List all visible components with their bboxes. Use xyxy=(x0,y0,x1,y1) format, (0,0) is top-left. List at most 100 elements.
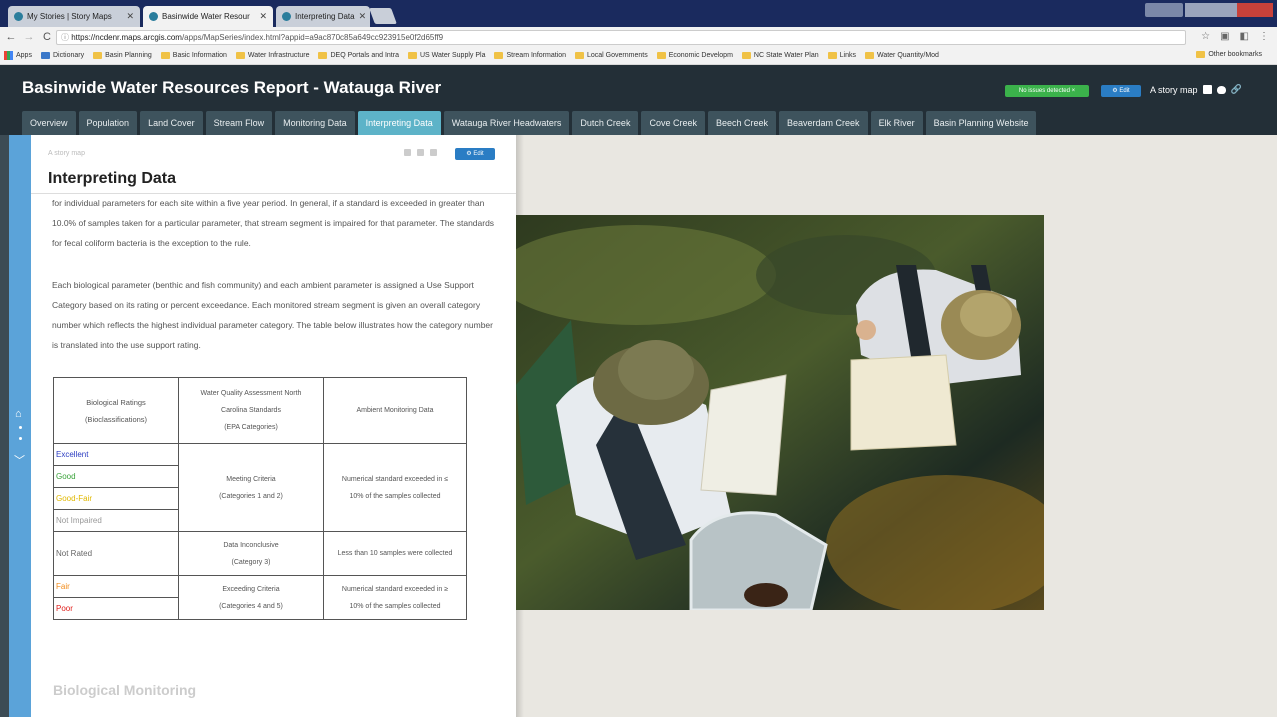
panel-edit-button[interactable]: ⚙ Edit xyxy=(455,148,495,160)
cell-line: (Category 3) xyxy=(231,558,271,566)
cell-line: Exceeding Criteria xyxy=(222,585,280,593)
url-host: https://ncdenr.maps.arcgis.com xyxy=(71,33,182,42)
maximize-button[interactable] xyxy=(1211,3,1237,17)
table-row: Fair Exceeding Criteria (Categories 4 an… xyxy=(53,575,467,620)
table-header-row: Biological Ratings (Bioclassifications) … xyxy=(53,377,467,444)
folder-icon xyxy=(864,52,874,59)
bookmarks-bar: Apps Dictionary Basin Planning Basic Inf… xyxy=(0,47,1277,65)
browser-tab-label: Interpreting Data xyxy=(295,12,355,21)
close-icon[interactable]: ✕ xyxy=(355,11,367,22)
globe-icon xyxy=(149,12,158,21)
folder-icon xyxy=(827,52,837,59)
url-input[interactable]: ⓘ https://ncdenr.maps.arcgis.com/apps/Ma… xyxy=(56,30,1186,45)
browser-tab-my-stories[interactable]: My Stories | Story Maps ✕ xyxy=(8,6,140,27)
rating-fair: Fair xyxy=(53,575,179,598)
rating-excellent: Excellent xyxy=(53,443,179,466)
bookmark-label: NC State Water Plan xyxy=(753,52,819,59)
table-row: Excellent Meeting Criteria (Categories 1… xyxy=(53,443,467,532)
reload-icon[interactable]: C xyxy=(40,31,54,43)
globe-icon xyxy=(282,12,291,21)
cell-meeting-criteria: Meeting Criteria (Categories 1 and 2) xyxy=(178,443,324,532)
close-window-button[interactable] xyxy=(1237,3,1273,17)
bookmark-label: Apps xyxy=(16,52,32,59)
rating-poor: Poor xyxy=(53,597,179,620)
cell-meeting-ambient: Numerical standard exceeded in ≤ 10% of … xyxy=(323,443,467,532)
facebook-icon[interactable] xyxy=(1202,85,1212,94)
bookmark-label: Stream Information xyxy=(506,52,566,59)
tab-beech-creek[interactable]: Beech Creek xyxy=(707,111,777,135)
folder-icon xyxy=(1196,51,1206,58)
browser-tab-interpreting-data[interactable]: Interpreting Data ✕ xyxy=(276,6,370,27)
tab-interpreting-data[interactable]: Interpreting Data xyxy=(357,111,441,135)
bookmark-item[interactable]: Local Governments xyxy=(575,52,648,59)
folder-icon xyxy=(407,52,417,59)
link-icon[interactable]: 🔗 xyxy=(1231,84,1242,95)
tab-overview[interactable]: Overview xyxy=(22,111,76,135)
section-heading: Biological Monitoring xyxy=(53,682,197,698)
tab-monitoring-data[interactable]: Monitoring Data xyxy=(275,111,355,135)
link-icon[interactable] xyxy=(430,149,437,156)
bookmark-item[interactable]: Basic Information xyxy=(160,52,227,59)
user-profile-button[interactable] xyxy=(1145,3,1183,17)
tab-dutch-creek[interactable]: Dutch Creek xyxy=(572,111,639,135)
header-biological-ratings: Biological Ratings (Bioclassifications) xyxy=(53,377,179,444)
bookmark-item[interactable]: Stream Information xyxy=(494,52,566,59)
chevron-down-icon[interactable]: ﹀ xyxy=(14,452,25,468)
rating-good-fair: Good-Fair xyxy=(53,487,179,510)
back-arrow-icon[interactable]: ← xyxy=(4,31,18,43)
folder-icon xyxy=(741,52,751,59)
tab-beaverdam-creek[interactable]: Beaverdam Creek xyxy=(779,111,868,135)
table-row: Not Rated Data Inconclusive (Category 3)… xyxy=(53,531,467,576)
tab-stream-flow[interactable]: Stream Flow xyxy=(205,111,273,135)
extension-icon[interactable]: ◧ xyxy=(1240,31,1249,42)
bookmark-icon xyxy=(40,52,50,59)
no-issues-badge[interactable]: No issues detected × xyxy=(1005,85,1089,97)
browser-tab-label: Basinwide Water Resour xyxy=(162,12,250,21)
url-path: /apps/MapSeries/index.html?appid=a9ac870… xyxy=(181,33,444,42)
bookmark-item[interactable]: Dictionary xyxy=(40,52,84,59)
bookmark-item[interactable]: US Water Supply Pla xyxy=(407,52,485,59)
new-tab-button[interactable] xyxy=(369,8,397,24)
close-icon[interactable]: ✕ xyxy=(255,11,267,22)
bookmark-other[interactable]: Other bookmarks xyxy=(1196,51,1262,58)
minimize-button[interactable] xyxy=(1185,3,1211,17)
bookmark-item[interactable]: Basin Planning xyxy=(93,52,152,59)
header-line: (EPA Categories) xyxy=(224,424,278,431)
close-icon[interactable]: ✕ xyxy=(122,11,134,22)
panel-title: Interpreting Data xyxy=(48,170,177,187)
browser-tab-label: My Stories | Story Maps xyxy=(27,12,112,21)
bookmark-item[interactable]: Water Infrastructure xyxy=(235,52,309,59)
star-icon[interactable]: ☆ xyxy=(1201,31,1210,42)
forward-arrow-icon[interactable]: → xyxy=(22,31,36,43)
edit-button[interactable]: ⚙ Edit xyxy=(1101,85,1141,97)
twitter-icon[interactable] xyxy=(1216,85,1226,94)
bookmark-item[interactable]: Economic Developm xyxy=(656,52,733,59)
menu-icon[interactable]: ⋮ xyxy=(1259,31,1269,42)
header-line: Carolina Standards xyxy=(221,407,281,414)
rating-good: Good xyxy=(53,465,179,488)
bookmark-apps[interactable]: Apps xyxy=(4,51,32,60)
twitter-icon[interactable] xyxy=(417,149,424,156)
tab-watauga-river-headwaters[interactable]: Watauga River Headwaters xyxy=(443,111,570,135)
dot-icon xyxy=(19,437,22,440)
tab-population[interactable]: Population xyxy=(78,111,138,135)
browser-tab-basinwide[interactable]: Basinwide Water Resour ✕ xyxy=(143,6,273,27)
facebook-icon[interactable] xyxy=(404,149,411,156)
bookmark-item[interactable]: Links xyxy=(827,52,856,59)
folder-icon xyxy=(93,52,103,59)
side-panel-toggle-bar[interactable]: ⌂ ﹀ xyxy=(9,135,31,717)
bookmark-item[interactable]: DEQ Portals and Intra xyxy=(318,52,399,59)
cell-line: Numerical standard exceeded in ≥ xyxy=(341,585,449,593)
cell-line: (Categories 1 and 2) xyxy=(219,492,283,500)
extension-icon[interactable]: ▣ xyxy=(1220,31,1229,42)
tab-land-cover[interactable]: Land Cover xyxy=(140,111,203,135)
tab-elk-river[interactable]: Elk River xyxy=(870,111,923,135)
tab-cove-creek[interactable]: Cove Creek xyxy=(641,111,705,135)
stream-sampling-photo xyxy=(516,215,1044,610)
folder-icon xyxy=(575,52,584,59)
bookmark-item[interactable]: NC State Water Plan xyxy=(741,52,819,59)
bookmark-item[interactable]: Water Quantity/Mod xyxy=(864,52,939,59)
home-icon[interactable]: ⌂ xyxy=(15,408,22,420)
bookmark-label: Basin Planning xyxy=(105,52,152,59)
tab-basin-planning-website[interactable]: Basin Planning Website xyxy=(925,111,1037,135)
